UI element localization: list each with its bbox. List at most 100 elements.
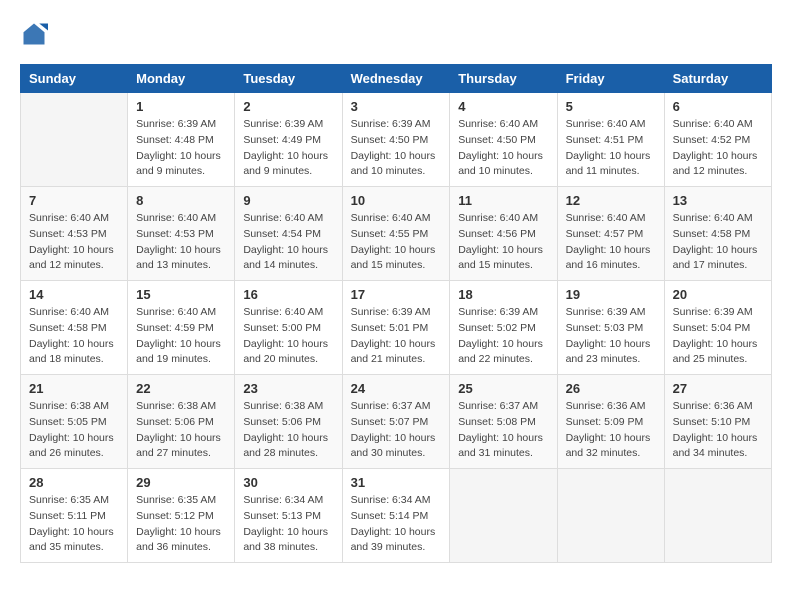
sunrise: Sunrise: 6:37 AM	[351, 400, 431, 412]
day-number: 18	[458, 287, 548, 302]
day-number: 31	[351, 475, 442, 490]
sunrise: Sunrise: 6:39 AM	[566, 306, 646, 318]
day-number: 22	[136, 381, 226, 396]
day-number: 11	[458, 193, 548, 208]
daylight: Daylight: 10 hours and 34 minutes.	[673, 432, 758, 460]
sunrise: Sunrise: 6:40 AM	[458, 118, 538, 130]
calendar-cell: 4 Sunrise: 6:40 AM Sunset: 4:50 PM Dayli…	[450, 93, 557, 187]
calendar-cell: 1 Sunrise: 6:39 AM Sunset: 4:48 PM Dayli…	[128, 93, 235, 187]
sunrise: Sunrise: 6:40 AM	[673, 212, 753, 224]
day-number: 30	[243, 475, 333, 490]
week-row-1: 1 Sunrise: 6:39 AM Sunset: 4:48 PM Dayli…	[21, 93, 772, 187]
sunset: Sunset: 4:48 PM	[136, 134, 214, 146]
daylight: Daylight: 10 hours and 39 minutes.	[351, 526, 436, 554]
daylight: Daylight: 10 hours and 18 minutes.	[29, 338, 114, 366]
sunrise: Sunrise: 6:40 AM	[673, 118, 753, 130]
header-monday: Monday	[128, 65, 235, 93]
day-number: 4	[458, 99, 548, 114]
sunset: Sunset: 5:03 PM	[566, 322, 644, 334]
day-number: 15	[136, 287, 226, 302]
day-number: 20	[673, 287, 763, 302]
day-info: Sunrise: 6:37 AM Sunset: 5:07 PM Dayligh…	[351, 399, 442, 462]
header-saturday: Saturday	[664, 65, 771, 93]
daylight: Daylight: 10 hours and 17 minutes.	[673, 244, 758, 272]
day-number: 27	[673, 381, 763, 396]
day-number: 1	[136, 99, 226, 114]
day-number: 17	[351, 287, 442, 302]
sunset: Sunset: 4:52 PM	[673, 134, 751, 146]
day-number: 10	[351, 193, 442, 208]
sunset: Sunset: 4:53 PM	[136, 228, 214, 240]
day-info: Sunrise: 6:35 AM Sunset: 5:11 PM Dayligh…	[29, 493, 119, 556]
sunrise: Sunrise: 6:38 AM	[136, 400, 216, 412]
sunrise: Sunrise: 6:40 AM	[243, 212, 323, 224]
day-info: Sunrise: 6:40 AM Sunset: 5:00 PM Dayligh…	[243, 305, 333, 368]
day-info: Sunrise: 6:39 AM Sunset: 4:48 PM Dayligh…	[136, 117, 226, 180]
sunset: Sunset: 4:54 PM	[243, 228, 321, 240]
sunset: Sunset: 4:59 PM	[136, 322, 214, 334]
daylight: Daylight: 10 hours and 9 minutes.	[243, 150, 328, 178]
sunset: Sunset: 5:07 PM	[351, 416, 429, 428]
calendar-cell: 16 Sunrise: 6:40 AM Sunset: 5:00 PM Dayl…	[235, 281, 342, 375]
day-number: 25	[458, 381, 548, 396]
sunset: Sunset: 4:58 PM	[29, 322, 107, 334]
calendar-header-row: SundayMondayTuesdayWednesdayThursdayFrid…	[21, 65, 772, 93]
day-info: Sunrise: 6:38 AM Sunset: 5:05 PM Dayligh…	[29, 399, 119, 462]
sunrise: Sunrise: 6:40 AM	[136, 306, 216, 318]
day-info: Sunrise: 6:40 AM Sunset: 4:57 PM Dayligh…	[566, 211, 656, 274]
daylight: Daylight: 10 hours and 15 minutes.	[458, 244, 543, 272]
daylight: Daylight: 10 hours and 36 minutes.	[136, 526, 221, 554]
daylight: Daylight: 10 hours and 9 minutes.	[136, 150, 221, 178]
day-info: Sunrise: 6:40 AM Sunset: 4:55 PM Dayligh…	[351, 211, 442, 274]
logo-icon	[20, 20, 48, 48]
week-row-3: 14 Sunrise: 6:40 AM Sunset: 4:58 PM Dayl…	[21, 281, 772, 375]
day-info: Sunrise: 6:36 AM Sunset: 5:09 PM Dayligh…	[566, 399, 656, 462]
sunset: Sunset: 5:13 PM	[243, 510, 321, 522]
day-info: Sunrise: 6:39 AM Sunset: 5:04 PM Dayligh…	[673, 305, 763, 368]
sunrise: Sunrise: 6:36 AM	[673, 400, 753, 412]
calendar-cell: 23 Sunrise: 6:38 AM Sunset: 5:06 PM Dayl…	[235, 375, 342, 469]
sunrise: Sunrise: 6:40 AM	[29, 306, 109, 318]
week-row-5: 28 Sunrise: 6:35 AM Sunset: 5:11 PM Dayl…	[21, 469, 772, 563]
daylight: Daylight: 10 hours and 31 minutes.	[458, 432, 543, 460]
day-number: 12	[566, 193, 656, 208]
calendar-cell: 8 Sunrise: 6:40 AM Sunset: 4:53 PM Dayli…	[128, 187, 235, 281]
calendar-cell: 21 Sunrise: 6:38 AM Sunset: 5:05 PM Dayl…	[21, 375, 128, 469]
calendar-cell: 29 Sunrise: 6:35 AM Sunset: 5:12 PM Dayl…	[128, 469, 235, 563]
day-info: Sunrise: 6:40 AM Sunset: 4:54 PM Dayligh…	[243, 211, 333, 274]
day-number: 8	[136, 193, 226, 208]
sunset: Sunset: 4:53 PM	[29, 228, 107, 240]
day-info: Sunrise: 6:34 AM Sunset: 5:14 PM Dayligh…	[351, 493, 442, 556]
daylight: Daylight: 10 hours and 12 minutes.	[29, 244, 114, 272]
calendar-cell: 11 Sunrise: 6:40 AM Sunset: 4:56 PM Dayl…	[450, 187, 557, 281]
day-info: Sunrise: 6:40 AM Sunset: 4:50 PM Dayligh…	[458, 117, 548, 180]
sunset: Sunset: 5:10 PM	[673, 416, 751, 428]
calendar-cell: 19 Sunrise: 6:39 AM Sunset: 5:03 PM Dayl…	[557, 281, 664, 375]
week-row-4: 21 Sunrise: 6:38 AM Sunset: 5:05 PM Dayl…	[21, 375, 772, 469]
daylight: Daylight: 10 hours and 21 minutes.	[351, 338, 436, 366]
calendar-cell	[450, 469, 557, 563]
day-info: Sunrise: 6:39 AM Sunset: 4:49 PM Dayligh…	[243, 117, 333, 180]
daylight: Daylight: 10 hours and 13 minutes.	[136, 244, 221, 272]
calendar-cell: 18 Sunrise: 6:39 AM Sunset: 5:02 PM Dayl…	[450, 281, 557, 375]
sunrise: Sunrise: 6:35 AM	[136, 494, 216, 506]
day-number: 16	[243, 287, 333, 302]
daylight: Daylight: 10 hours and 23 minutes.	[566, 338, 651, 366]
daylight: Daylight: 10 hours and 25 minutes.	[673, 338, 758, 366]
sunrise: Sunrise: 6:40 AM	[566, 212, 646, 224]
day-info: Sunrise: 6:40 AM Sunset: 4:53 PM Dayligh…	[136, 211, 226, 274]
calendar-cell	[557, 469, 664, 563]
day-info: Sunrise: 6:36 AM Sunset: 5:10 PM Dayligh…	[673, 399, 763, 462]
sunset: Sunset: 4:56 PM	[458, 228, 536, 240]
day-info: Sunrise: 6:35 AM Sunset: 5:12 PM Dayligh…	[136, 493, 226, 556]
day-info: Sunrise: 6:38 AM Sunset: 5:06 PM Dayligh…	[136, 399, 226, 462]
day-info: Sunrise: 6:39 AM Sunset: 4:50 PM Dayligh…	[351, 117, 442, 180]
calendar-cell: 7 Sunrise: 6:40 AM Sunset: 4:53 PM Dayli…	[21, 187, 128, 281]
calendar-cell: 9 Sunrise: 6:40 AM Sunset: 4:54 PM Dayli…	[235, 187, 342, 281]
sunset: Sunset: 5:04 PM	[673, 322, 751, 334]
header-thursday: Thursday	[450, 65, 557, 93]
day-number: 2	[243, 99, 333, 114]
sunset: Sunset: 5:08 PM	[458, 416, 536, 428]
calendar-cell: 10 Sunrise: 6:40 AM Sunset: 4:55 PM Dayl…	[342, 187, 450, 281]
sunrise: Sunrise: 6:36 AM	[566, 400, 646, 412]
